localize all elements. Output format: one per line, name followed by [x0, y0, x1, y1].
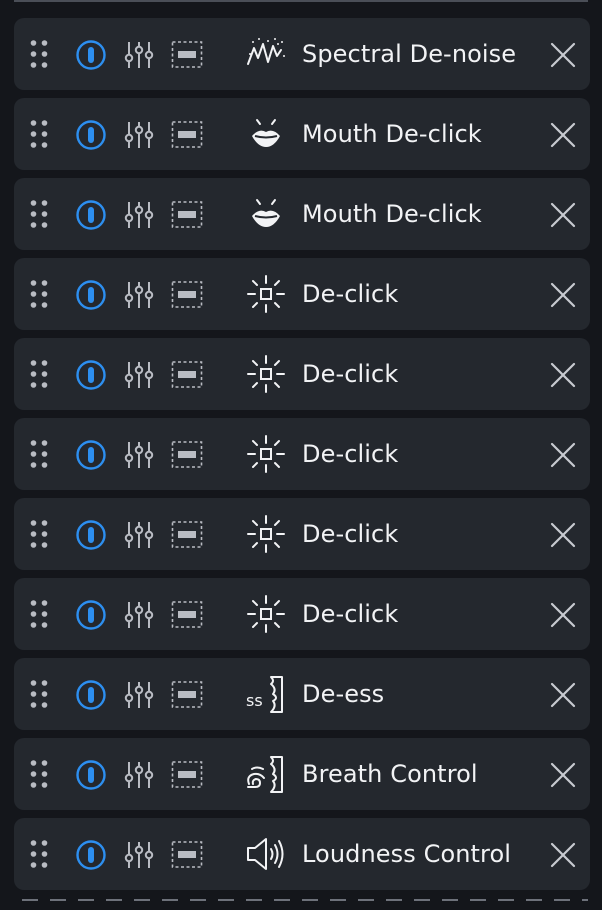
settings-sliders-icon[interactable] — [124, 600, 154, 630]
declick-icon — [244, 434, 288, 474]
module-row[interactable]: De-click — [14, 338, 590, 410]
declick-icon — [244, 354, 288, 394]
power-toggle-icon[interactable] — [75, 519, 106, 550]
drag-handle-icon[interactable] — [30, 40, 48, 70]
declick-icon — [244, 514, 288, 554]
module-name: Breath Control — [302, 760, 478, 788]
settings-sliders-icon[interactable] — [124, 200, 154, 230]
declick-icon — [244, 594, 288, 634]
close-icon[interactable] — [550, 202, 576, 228]
compare-icon[interactable] — [171, 680, 203, 710]
module-row[interactable]: Spectral De-noise — [14, 18, 590, 90]
drag-handle-icon[interactable] — [30, 120, 48, 150]
drop-zone-divider — [22, 899, 588, 901]
compare-icon[interactable] — [171, 440, 203, 470]
close-icon[interactable] — [550, 122, 576, 148]
mouth-icon — [244, 194, 288, 234]
module-row[interactable]: Mouth De-click — [14, 98, 590, 170]
module-row[interactable]: De-click — [14, 258, 590, 330]
compare-icon[interactable] — [171, 360, 203, 390]
module-row[interactable]: ss De-ess — [14, 658, 590, 730]
close-icon[interactable] — [550, 602, 576, 628]
drag-handle-icon[interactable] — [30, 360, 48, 390]
compare-icon[interactable] — [171, 280, 203, 310]
module-chain-panel: Spectral De-noise Mouth De-click Mouth D… — [0, 0, 602, 910]
module-row[interactable]: De-click — [14, 578, 590, 650]
settings-sliders-icon[interactable] — [124, 440, 154, 470]
power-toggle-icon[interactable] — [75, 279, 106, 310]
power-toggle-icon[interactable] — [75, 199, 106, 230]
close-icon[interactable] — [550, 442, 576, 468]
drag-handle-icon[interactable] — [30, 760, 48, 790]
module-row[interactable]: Breath Control — [14, 738, 590, 810]
top-divider — [14, 0, 588, 2]
drag-handle-icon[interactable] — [30, 680, 48, 710]
deess-icon: ss — [244, 674, 288, 714]
module-name: De-click — [302, 280, 399, 308]
drag-handle-icon[interactable] — [30, 840, 48, 870]
compare-icon[interactable] — [171, 760, 203, 790]
settings-sliders-icon[interactable] — [124, 40, 154, 70]
close-icon[interactable] — [550, 682, 576, 708]
settings-sliders-icon[interactable] — [124, 760, 154, 790]
close-icon[interactable] — [550, 842, 576, 868]
module-name: Spectral De-noise — [302, 40, 517, 68]
compare-icon[interactable] — [171, 40, 203, 70]
close-icon[interactable] — [550, 762, 576, 788]
power-toggle-icon[interactable] — [75, 119, 106, 150]
drag-handle-icon[interactable] — [30, 600, 48, 630]
settings-sliders-icon[interactable] — [124, 280, 154, 310]
module-row[interactable]: Mouth De-click — [14, 178, 590, 250]
settings-sliders-icon[interactable] — [124, 120, 154, 150]
power-toggle-icon[interactable] — [75, 439, 106, 470]
drag-handle-icon[interactable] — [30, 520, 48, 550]
power-toggle-icon[interactable] — [75, 599, 106, 630]
module-name: Loudness Control — [302, 840, 512, 868]
spectral-denoise-icon — [244, 34, 288, 74]
module-name: Mouth De-click — [302, 200, 482, 228]
loudness-icon — [244, 834, 288, 874]
module-name: De-click — [302, 520, 399, 548]
module-row[interactable]: Loudness Control — [14, 818, 590, 890]
power-toggle-icon[interactable] — [75, 359, 106, 390]
compare-icon[interactable] — [171, 840, 203, 870]
module-chain-list: Spectral De-noise Mouth De-click Mouth D… — [14, 18, 590, 898]
settings-sliders-icon[interactable] — [124, 680, 154, 710]
settings-sliders-icon[interactable] — [124, 520, 154, 550]
module-row[interactable]: De-click — [14, 418, 590, 490]
module-row[interactable]: De-click — [14, 498, 590, 570]
power-toggle-icon[interactable] — [75, 839, 106, 870]
module-name: De-ess — [302, 680, 385, 708]
compare-icon[interactable] — [171, 520, 203, 550]
breath-icon — [244, 754, 288, 794]
module-name: De-click — [302, 440, 399, 468]
close-icon[interactable] — [550, 42, 576, 68]
module-name: De-click — [302, 360, 399, 388]
module-name: De-click — [302, 600, 399, 628]
settings-sliders-icon[interactable] — [124, 360, 154, 390]
close-icon[interactable] — [550, 362, 576, 388]
compare-icon[interactable] — [171, 600, 203, 630]
svg-text:ss: ss — [246, 691, 263, 710]
close-icon[interactable] — [550, 522, 576, 548]
declick-icon — [244, 274, 288, 314]
power-toggle-icon[interactable] — [75, 759, 106, 790]
power-toggle-icon[interactable] — [75, 39, 106, 70]
drag-handle-icon[interactable] — [30, 200, 48, 230]
power-toggle-icon[interactable] — [75, 679, 106, 710]
compare-icon[interactable] — [171, 120, 203, 150]
compare-icon[interactable] — [171, 200, 203, 230]
settings-sliders-icon[interactable] — [124, 840, 154, 870]
drag-handle-icon[interactable] — [30, 280, 48, 310]
mouth-icon — [244, 114, 288, 154]
module-name: Mouth De-click — [302, 120, 482, 148]
drag-handle-icon[interactable] — [30, 440, 48, 470]
close-icon[interactable] — [550, 282, 576, 308]
